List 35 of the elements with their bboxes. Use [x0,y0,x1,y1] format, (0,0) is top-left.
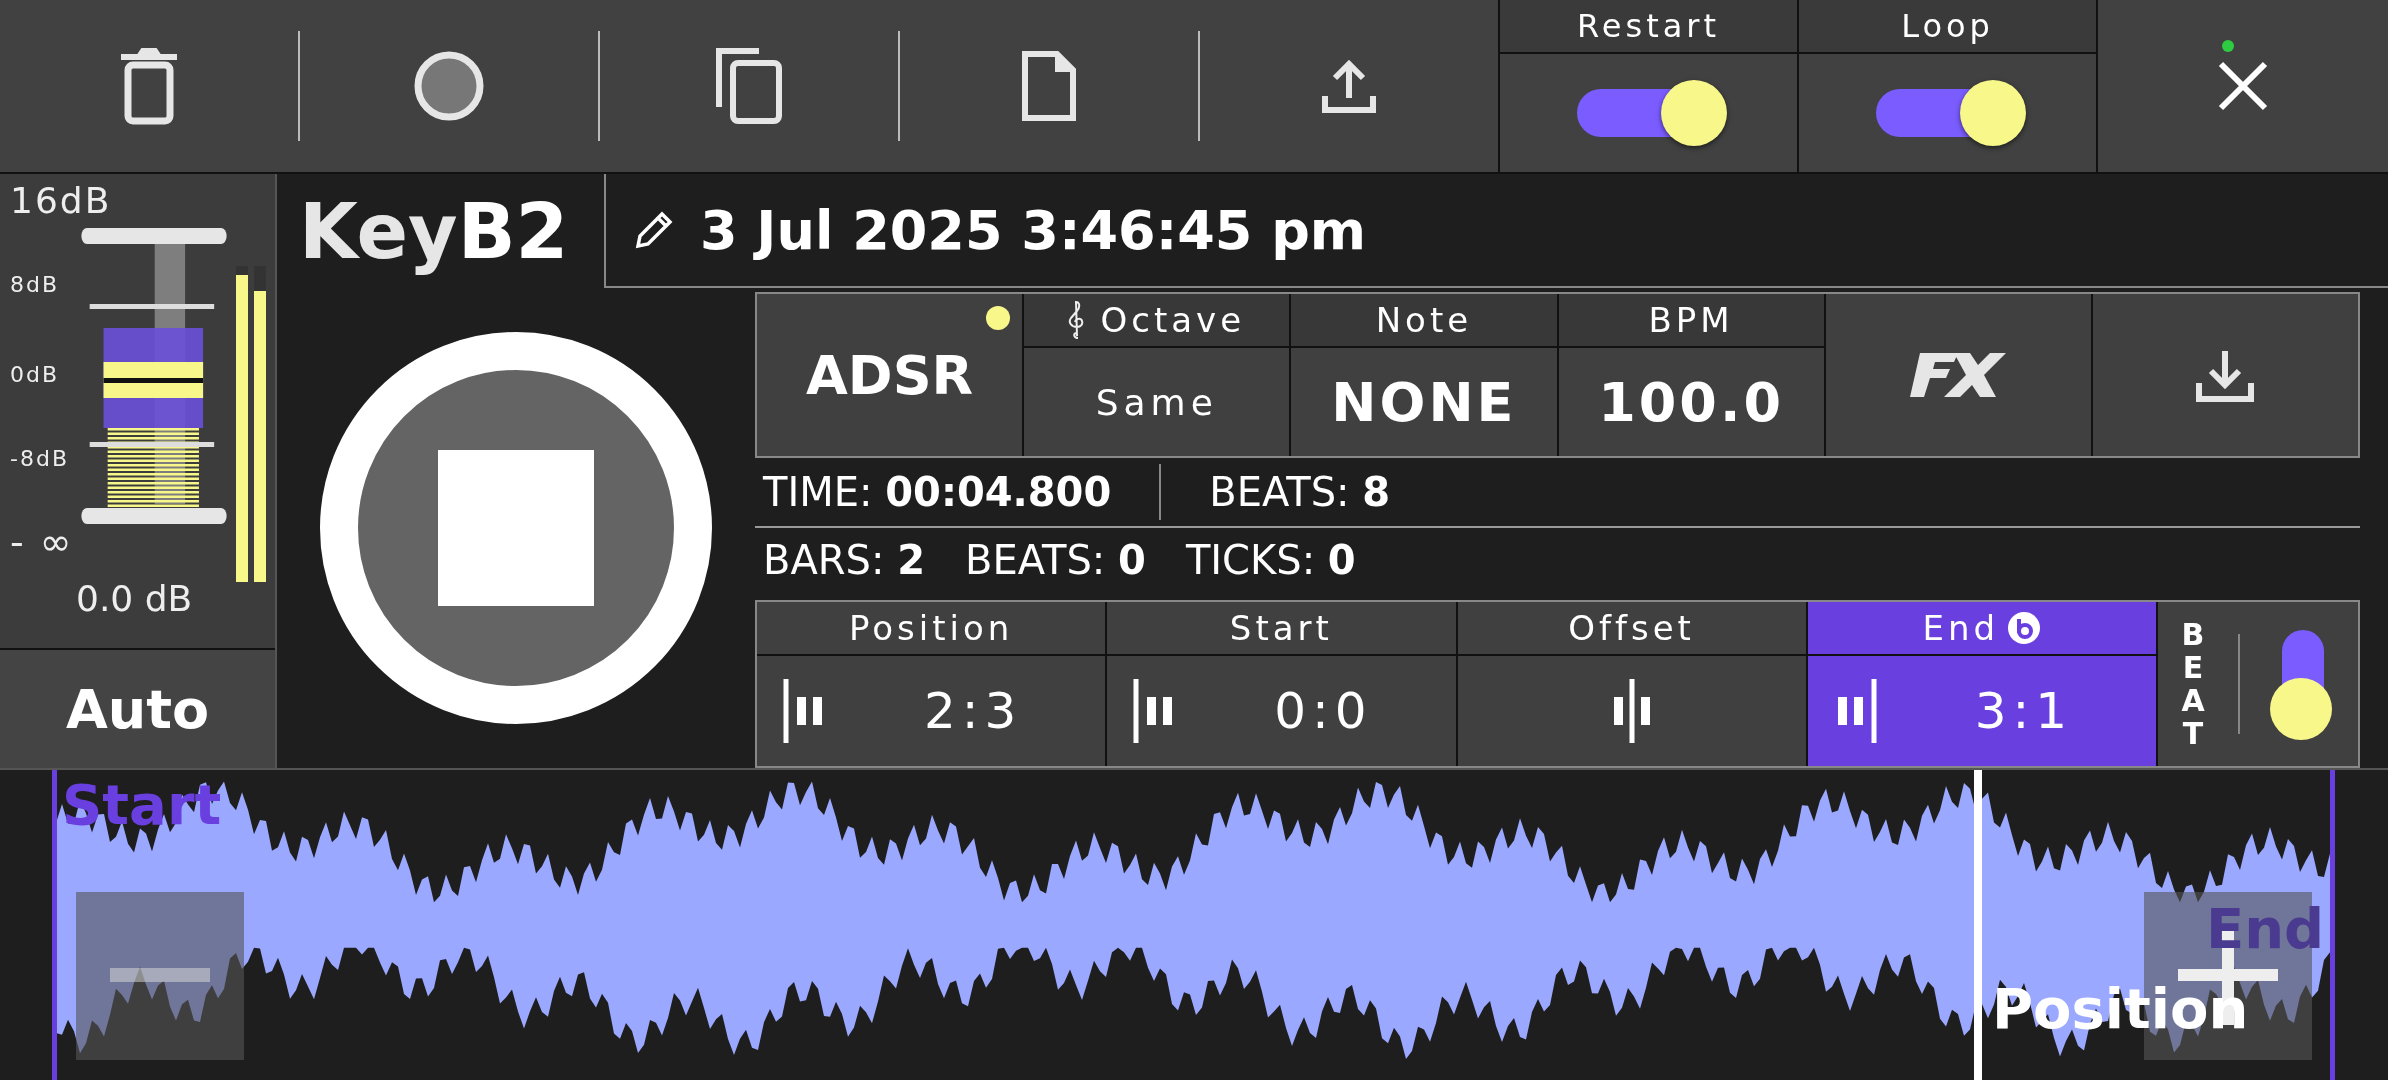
timestamp: 3 Jul 2025 3:46:45 pm [700,198,1367,262]
auto-button[interactable]: Auto [0,650,275,768]
scale-label: 8dB [10,272,60,297]
param-label: Octave [1100,300,1246,340]
marker-tile[interactable]: Start 0:0 [1107,602,1458,766]
scale-label: - ∞ [10,520,74,564]
toggle-label: Restart [1500,0,1797,54]
marker-label: Position [848,608,1014,648]
param-value[interactable]: NONE [1331,370,1517,434]
toggle-label: Loop [1799,0,2096,54]
musical-time-readout: BEATS: 0 [965,537,1146,583]
param-value[interactable]: 100.0 [1598,370,1784,434]
title-name: B2 [457,186,569,276]
marker-label: End [1922,608,2000,648]
musical-time-readout: TICKS: 0 [1185,537,1356,583]
marker-label: Offset [1568,608,1695,648]
gain-reading: 0.0 dB [76,578,193,619]
marker-tile[interactable]: End 3:1 [1807,602,2158,766]
marker-tile[interactable]: Offset [1457,602,1808,766]
beats-readout: BEATS: 8 [1209,469,1391,515]
marker-value: 0:0 [1273,682,1374,740]
marker-value: 2:3 [922,682,1024,740]
param-label: BPM [1648,300,1734,340]
param-label: Note [1375,300,1473,340]
beat-label: BEAT [2180,618,2206,750]
marker-value: 3:1 [1973,682,2075,740]
scale-label: 0dB [10,362,60,387]
title-prefix: Key [299,186,458,276]
marker-tile[interactable]: Position 2:3 [757,602,1108,766]
param-value[interactable]: Same [1095,381,1218,423]
musical-time-readout: BARS: 2 [763,537,926,583]
scale-label: 16dB [10,180,112,221]
time-readout: TIME: 00:04.800 [763,469,1112,515]
scale-label: -8dB [10,446,69,471]
marker-label: Start [1229,608,1333,648]
